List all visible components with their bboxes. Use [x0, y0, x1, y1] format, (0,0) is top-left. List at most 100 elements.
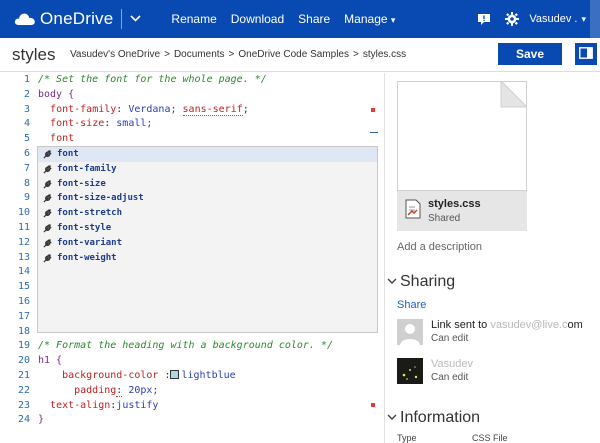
css-property: background-color	[62, 370, 159, 381]
person-name-redacted: Vasudev	[431, 358, 473, 370]
code-line: padding: 20px;	[74, 384, 159, 397]
line-number: 23	[17, 399, 30, 411]
breadcrumb: Vasudev's OneDrive > Documents > OneDriv…	[70, 49, 406, 60]
add-description-link[interactable]: Add a description	[397, 241, 482, 253]
autocomplete-item[interactable]: font-weight	[38, 251, 377, 266]
autocomplete-item[interactable]: font-family	[38, 162, 377, 177]
autocomplete-item[interactable]: font	[38, 147, 377, 162]
download-command[interactable]: Download	[231, 12, 284, 26]
autocomplete-item[interactable]: font-style	[38, 221, 377, 236]
line-number: 2	[23, 88, 30, 100]
pane-toggle-button[interactable]	[575, 43, 597, 65]
person-name-suffix: om	[567, 319, 583, 331]
css-value: small;	[116, 118, 153, 130]
autocomplete-label: font-family	[57, 163, 117, 174]
person-email-redacted: vasudev@live.c	[490, 319, 568, 331]
chevron-down-icon	[387, 413, 397, 424]
avatar	[397, 358, 423, 384]
details-pane: styles.css Shared Add a description Shar…	[384, 73, 600, 443]
css-property: text-align	[50, 399, 111, 411]
error-marker[interactable]	[371, 403, 375, 407]
person-name: Link sent to vasudev@live.com	[431, 319, 583, 331]
file-meta: styles.css Shared	[397, 191, 527, 231]
rename-command[interactable]: Rename	[171, 12, 216, 26]
info-type-value: CSS File	[472, 433, 508, 443]
person-name: Vasudev	[431, 358, 473, 370]
chevron-down-icon: ▾	[390, 15, 396, 25]
chevron-down-icon	[387, 277, 397, 288]
shared-person[interactable]: Vasudev Can edit	[397, 358, 597, 384]
feedback-icon[interactable]	[473, 0, 495, 38]
code-punctuation: ;	[242, 103, 249, 115]
line-number: 21	[17, 370, 30, 381]
css-value: Verdana;	[128, 103, 177, 115]
pane-toggle-icon	[579, 46, 593, 62]
brand[interactable]: OneDrive	[0, 0, 113, 38]
shared-person[interactable]: Link sent to vasudev@live.com Can edit	[397, 319, 597, 345]
line-number: 3	[23, 103, 30, 115]
css-value: 20px;	[128, 384, 159, 396]
css-value-error: sans-serif	[182, 103, 243, 116]
error-marker[interactable]	[371, 108, 375, 112]
line-number: 11	[17, 222, 30, 233]
line-number: 22	[17, 384, 30, 396]
autocomplete-item[interactable]: font-stretch	[38, 206, 377, 221]
autocomplete-label: font	[57, 149, 79, 159]
css-property: padding	[74, 384, 117, 396]
autocomplete-item[interactable]: font-size	[38, 177, 377, 192]
code-line: font-family: Verdana; sans-serif;	[50, 103, 249, 116]
sharing-section-header[interactable]: Sharing	[387, 273, 455, 291]
top-bar-right: Vasudev . ▾	[473, 0, 600, 38]
code-line: }	[38, 414, 45, 426]
line-number: 13	[17, 251, 30, 263]
line-number: 5	[23, 133, 30, 145]
breadcrumb-current: styles.css	[362, 49, 407, 60]
wrench-icon	[43, 194, 52, 203]
autocomplete-label: font-weight	[57, 252, 117, 263]
line-number: 4	[23, 118, 30, 130]
share-link[interactable]: Share	[397, 299, 426, 311]
gear-icon[interactable]	[501, 0, 523, 38]
avatar[interactable]	[590, 0, 600, 38]
chevron-down-icon[interactable]	[130, 13, 141, 25]
user-name[interactable]: Vasudev .	[529, 13, 577, 25]
manage-label: Manage	[344, 12, 388, 26]
autocomplete-item[interactable]: font-size-adjust	[38, 191, 377, 206]
file-name: styles.css	[428, 198, 481, 210]
wrench-icon	[43, 209, 52, 218]
share-command[interactable]: Share	[298, 12, 330, 26]
person-permission: Can edit	[431, 333, 469, 344]
wrench-icon	[43, 165, 52, 174]
code-line: /* Format the heading with a background …	[38, 340, 334, 352]
line-number: 20	[17, 355, 30, 367]
line-number: 19	[17, 340, 30, 352]
autocomplete-item[interactable]: font-variant	[38, 236, 377, 251]
save-button[interactable]: Save	[498, 43, 562, 65]
breadcrumb-item[interactable]: OneDrive Code Samples	[238, 49, 349, 60]
onedrive-cloud-icon	[14, 12, 36, 26]
code-line: text-align:justify	[50, 399, 159, 411]
autocomplete-list[interactable]: font font-family font-size font-size-adj…	[37, 146, 378, 333]
chevron-right-icon: >	[228, 49, 235, 60]
code-line: font	[38, 132, 74, 147]
code-line: body {	[38, 88, 75, 100]
line-number: 16	[17, 296, 30, 307]
person-name-prefix: Link sent to	[431, 319, 488, 331]
css-file-icon	[405, 199, 421, 219]
autocomplete-label: font-size-adjust	[57, 193, 144, 204]
breadcrumb-item[interactable]: Vasudev's OneDrive	[70, 49, 160, 60]
line-number: 18	[17, 325, 30, 337]
chevron-down-icon[interactable]: ▾	[581, 14, 586, 25]
top-bar: OneDrive Rename Download Share Manage ▾ …	[0, 0, 600, 38]
breadcrumb-item[interactable]: Documents	[174, 49, 225, 60]
line-number: 6	[23, 148, 30, 159]
color-swatch[interactable]	[170, 370, 180, 379]
wrench-icon	[43, 239, 52, 248]
information-section-header[interactable]: Information	[387, 409, 480, 427]
wrench-icon	[43, 253, 52, 263]
file-thumbnail[interactable]: styles.css Shared	[397, 81, 527, 231]
line-number: 9	[23, 192, 30, 204]
css-property: font-size	[50, 118, 105, 130]
manage-command[interactable]: Manage ▾	[344, 12, 395, 26]
autocomplete-label: font-style	[57, 223, 112, 233]
